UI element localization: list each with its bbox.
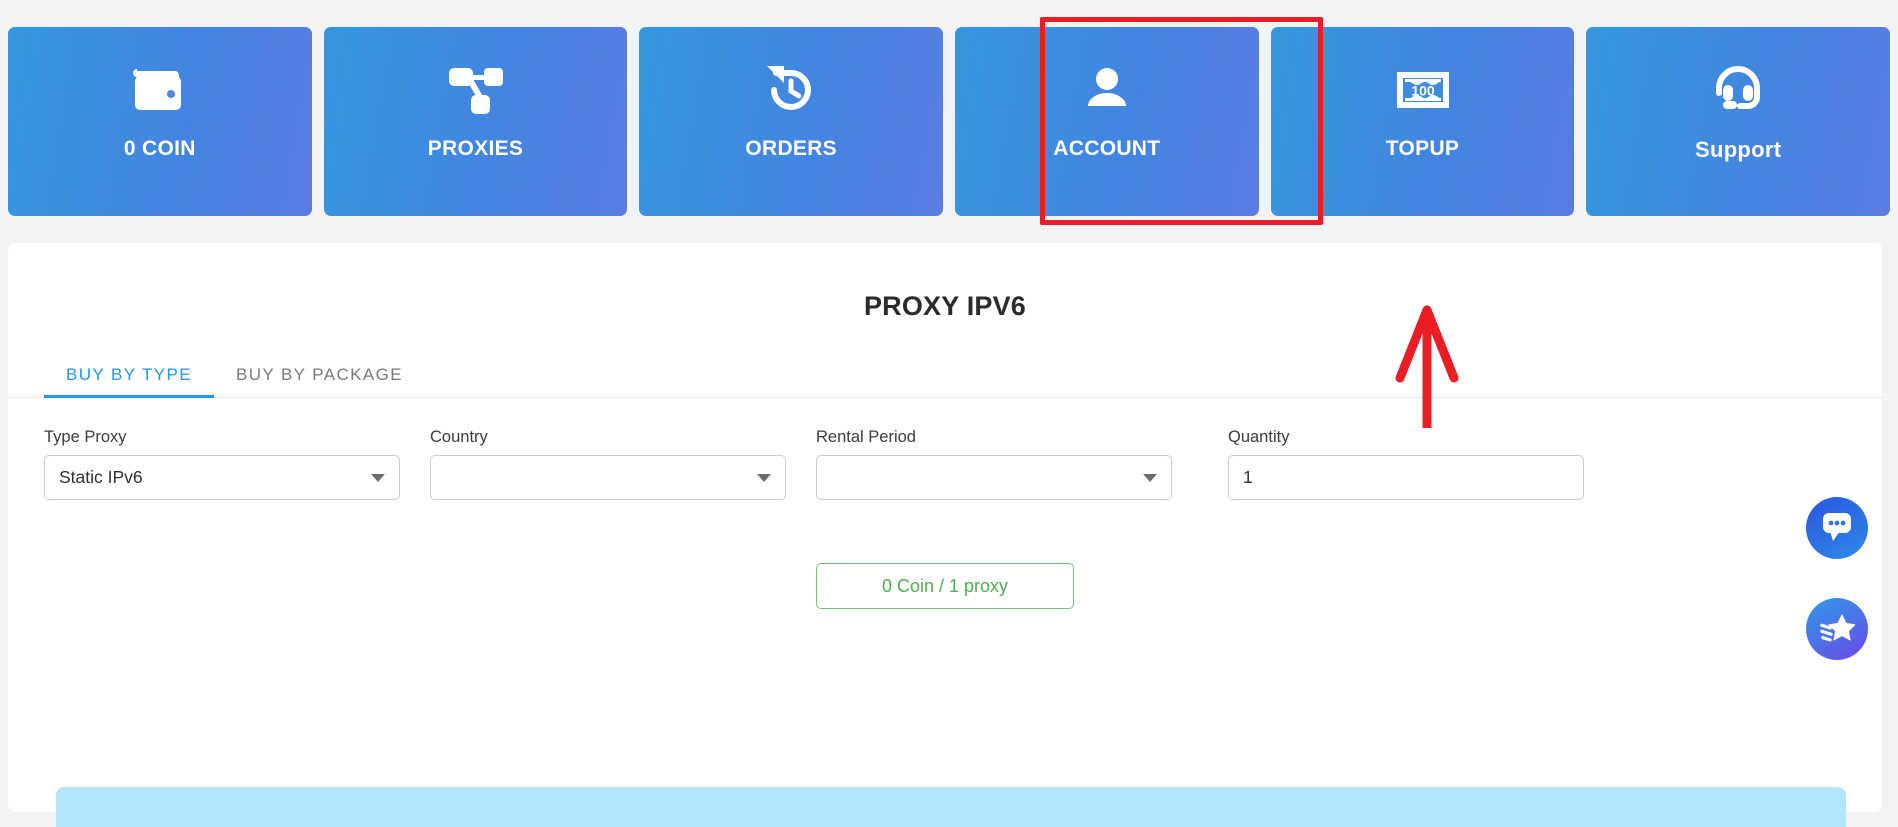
field-label: Rental Period — [816, 428, 916, 446]
nav-tile-label: ACCOUNT — [1053, 137, 1161, 160]
headset-icon — [1707, 59, 1769, 121]
field-rental-period: Rental Period — [816, 428, 1172, 500]
nav-tile-label: TOPUP — [1385, 137, 1460, 160]
rental-period-select[interactable] — [816, 455, 1172, 500]
top-nav-tiles: 0 COIN PROXIES ORDERS ACCOUNT 100 TOPUP … — [8, 27, 1891, 216]
nav-tile-orders[interactable]: ORDERS — [639, 27, 944, 216]
country-select[interactable] — [430, 455, 786, 500]
cta-row: 0 Coin / 1 proxy — [8, 563, 1882, 609]
quantity-input[interactable]: 1 — [1228, 455, 1584, 500]
field-country: Country — [430, 428, 786, 500]
field-quantity: Quantity 1 — [1228, 428, 1584, 500]
banknote-icon: 100 — [1392, 59, 1454, 121]
nav-tile-account[interactable]: ACCOUNT — [955, 27, 1259, 216]
wallet-icon — [129, 59, 191, 121]
history-icon — [760, 59, 822, 121]
network-icon — [445, 59, 507, 121]
tab-buy-by-type[interactable]: BUY BY TYPE — [44, 365, 214, 398]
purchase-form: Type Proxy Static IPv6 Country Rental Pe… — [8, 398, 1882, 500]
info-bar — [56, 787, 1846, 827]
rewards-widget-button[interactable] — [1806, 598, 1868, 660]
chevron-down-icon — [371, 473, 385, 482]
chevron-down-icon — [757, 473, 771, 482]
chevron-down-icon — [1143, 473, 1157, 482]
buy-price-button[interactable]: 0 Coin / 1 proxy — [816, 563, 1074, 609]
nav-tile-coin[interactable]: 0 COIN — [8, 27, 312, 216]
main-card: PROXY IPV6 BUY BY TYPE BUY BY PACKAGE Ty… — [8, 243, 1882, 827]
type-proxy-value: Static IPv6 — [59, 466, 143, 487]
field-label: Quantity — [1228, 428, 1290, 446]
field-type-proxy: Type Proxy Static IPv6 — [44, 428, 400, 500]
nav-tile-support[interactable]: Support — [1586, 27, 1891, 216]
field-label: Type Proxy — [44, 428, 127, 446]
nav-tile-topup[interactable]: 100 TOPUP — [1270, 27, 1575, 216]
field-label: Country — [430, 428, 488, 446]
nav-tile-proxies[interactable]: PROXIES — [323, 27, 628, 216]
user-icon — [1076, 59, 1138, 121]
tab-buy-by-package[interactable]: BUY BY PACKAGE — [214, 365, 425, 397]
page-title: PROXY IPV6 — [863, 291, 1027, 321]
shooting-star-icon — [1819, 612, 1856, 647]
quantity-value: 1 — [1243, 466, 1253, 487]
chat-bubble-icon — [1820, 511, 1854, 546]
nav-tile-label: Support — [1694, 137, 1782, 162]
tab-bar: BUY BY TYPE BUY BY PACKAGE — [8, 350, 1882, 398]
banknote-value: 100 — [1411, 83, 1435, 99]
nav-tile-label: ORDERS — [745, 137, 837, 160]
nav-tile-label: PROXIES — [427, 137, 524, 160]
type-proxy-select[interactable]: Static IPv6 — [44, 455, 400, 500]
nav-tile-label: 0 COIN — [123, 137, 196, 160]
chat-widget-button[interactable] — [1806, 497, 1868, 559]
